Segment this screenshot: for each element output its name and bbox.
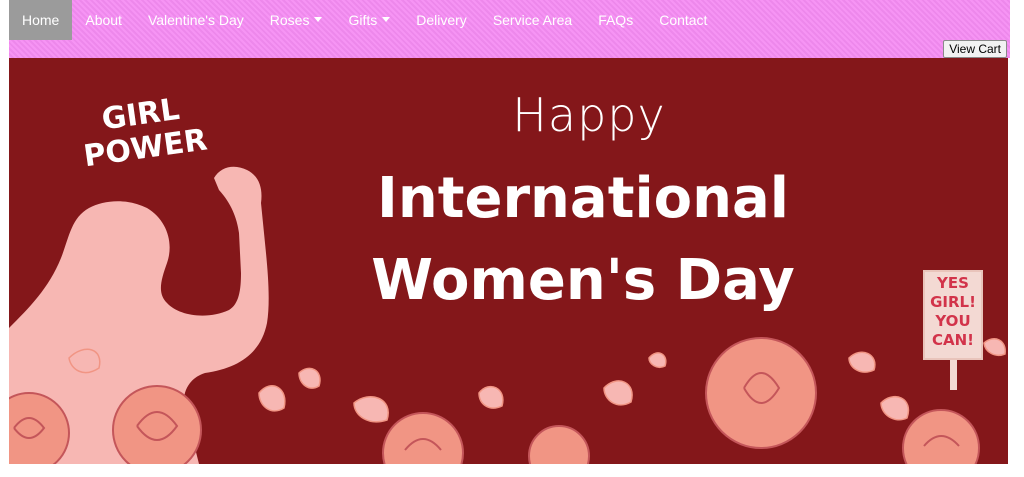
yes-girl-sign: YES GIRL! YOU CAN! <box>923 270 983 360</box>
nav-service-area-label: Service Area <box>492 12 573 28</box>
nav-contact[interactable]: Contact <box>646 0 720 40</box>
sign-line-2: GIRL! <box>930 293 976 311</box>
banner-happy-text: Happy <box>512 88 666 142</box>
caret-down-icon <box>382 16 391 22</box>
nav-about-label: About <box>85 12 122 28</box>
caret-down-icon <box>314 16 323 22</box>
nav-gifts[interactable]: Gifts <box>335 0 403 40</box>
sign-line-1: YES <box>937 274 969 292</box>
nav-valentines-label: Valentine's Day <box>147 12 244 28</box>
nav-home-label: Home <box>22 12 60 28</box>
nav-menu: Home About Valentine's Day Roses Gifts D… <box>9 0 720 40</box>
hero-banner: GIRL POWER Happy International Women's D… <box>9 58 1008 464</box>
nav-service-area[interactable]: Service Area <box>480 0 585 40</box>
nav-gifts-label: Gifts <box>348 12 378 28</box>
nav-delivery[interactable]: Delivery <box>403 0 480 40</box>
nav-about[interactable]: About <box>72 0 135 40</box>
view-cart-button[interactable]: View Cart <box>943 40 1007 58</box>
nav-faqs[interactable]: FAQs <box>585 0 646 40</box>
banner-title-line-2: Women's Day <box>371 248 795 313</box>
nav-faqs-label: FAQs <box>598 12 634 28</box>
nav-valentines-day[interactable]: Valentine's Day <box>135 0 257 40</box>
nav-roses[interactable]: Roses <box>257 0 336 40</box>
sign-pole <box>950 360 957 390</box>
nav-contact-label: Contact <box>659 12 708 28</box>
sign-line-3: YOU <box>935 312 971 330</box>
nav-delivery-label: Delivery <box>416 12 467 28</box>
nav-roses-label: Roses <box>269 12 310 28</box>
banner-title-line-1: International <box>376 166 789 231</box>
sign-line-4: CAN! <box>931 331 974 349</box>
nav-home[interactable]: Home <box>9 0 73 40</box>
top-navbar: Home About Valentine's Day Roses Gifts D… <box>9 0 1010 58</box>
